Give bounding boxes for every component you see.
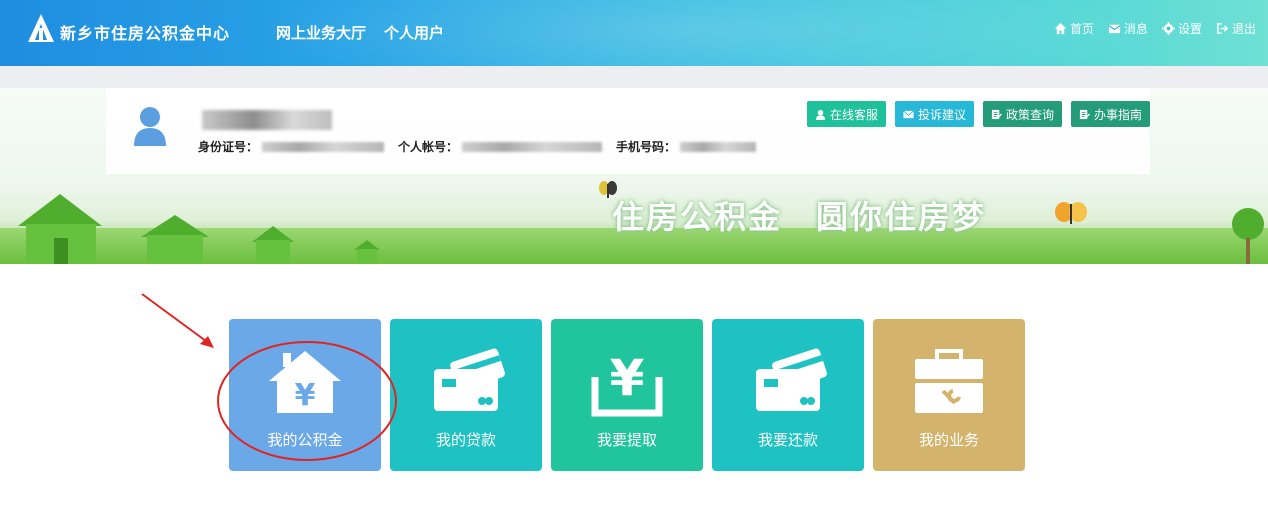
grass-house-icon bbox=[141, 215, 209, 264]
site-title[interactable]: 新乡市住房公积金中心 bbox=[60, 20, 230, 44]
home-icon bbox=[1054, 22, 1067, 35]
user-avatar-icon bbox=[134, 107, 166, 146]
separator-bar bbox=[0, 66, 1268, 88]
tile-my-business[interactable]: 我的业务 bbox=[873, 319, 1025, 471]
tile-my-loan-label: 我的贷款 bbox=[435, 431, 496, 449]
id-number-label: 身份证号： bbox=[198, 140, 259, 154]
logout-link[interactable]: 退出 bbox=[1216, 20, 1256, 37]
account-number-label: 个人帐号： bbox=[398, 140, 459, 154]
svg-text:¥: ¥ bbox=[610, 349, 645, 407]
service-guide-label: 办事指南 bbox=[1093, 107, 1142, 122]
home-link-label: 首页 bbox=[1069, 22, 1094, 36]
tree-icon bbox=[1232, 208, 1264, 264]
grass-house-icon bbox=[18, 194, 102, 264]
tile-repay-label: 我要还款 bbox=[757, 431, 818, 449]
messages-link-label: 消息 bbox=[1123, 22, 1148, 36]
header-links: 首页 消息 设置 退出 bbox=[1054, 20, 1256, 37]
messages-link[interactable]: 消息 bbox=[1108, 20, 1148, 37]
user-name-redacted bbox=[202, 110, 332, 130]
tile-my-business-label: 我的业务 bbox=[918, 431, 979, 449]
account-number-redacted bbox=[462, 141, 603, 152]
policy-query-label: 政策查询 bbox=[1005, 107, 1054, 122]
online-service-label: 在线客服 bbox=[829, 107, 878, 122]
tile-my-loan[interactable]: 我的贷款 bbox=[390, 319, 542, 471]
tile-withdraw-label: 我要提取 bbox=[596, 431, 657, 449]
tile-repay[interactable]: 我要还款 bbox=[712, 319, 864, 471]
banner-slogan: 住房公积金 圆你住房梦 bbox=[612, 198, 987, 236]
user-info-row: 身份证号： 个人帐号： 手机号码： bbox=[198, 138, 770, 155]
settings-link[interactable]: 设置 bbox=[1161, 20, 1202, 37]
policy-query-button[interactable]: 政策查询 bbox=[982, 101, 1062, 127]
service-guide-button[interactable]: 办事指南 bbox=[1070, 101, 1150, 127]
mail-icon bbox=[1108, 24, 1121, 34]
banner: 住房公积金 圆你住房梦 身份证号： 个人帐号： 手机号码： 在线客服 投诉建议 bbox=[0, 88, 1268, 264]
annotation-circle bbox=[217, 341, 397, 461]
action-buttons: 在线客服 投诉建议 政策查询 办事指南 bbox=[806, 101, 1150, 127]
document-icon bbox=[991, 109, 1002, 119]
settings-link-label: 设置 bbox=[1177, 22, 1202, 36]
credit-card-icon bbox=[756, 348, 827, 411]
document-icon bbox=[1079, 109, 1090, 119]
nav-online-hall[interactable]: 网上业务大厅 bbox=[276, 22, 366, 43]
complaint-label: 投诉建议 bbox=[917, 107, 966, 122]
logo-icon[interactable] bbox=[26, 12, 56, 44]
online-service-button[interactable]: 在线客服 bbox=[806, 101, 886, 127]
top-header: 新乡市住房公积金中心 网上业务大厅 个人用户 首页 消息 设置 退出 bbox=[0, 0, 1268, 66]
home-link[interactable]: 首页 bbox=[1054, 20, 1094, 37]
top-nav: 网上业务大厅 个人用户 bbox=[276, 22, 444, 43]
grass-house-icon bbox=[252, 226, 294, 264]
grass-house-icon bbox=[354, 240, 380, 264]
id-number-redacted bbox=[262, 141, 385, 152]
complaint-button[interactable]: 投诉建议 bbox=[894, 101, 974, 127]
logout-icon bbox=[1217, 23, 1229, 34]
logout-link-label: 退出 bbox=[1231, 22, 1256, 36]
user-info-card: 身份证号： 个人帐号： 手机号码： 在线客服 投诉建议 政策查询 办事指南 bbox=[106, 88, 1150, 174]
gear-icon bbox=[1161, 22, 1175, 35]
customer-service-icon bbox=[815, 109, 826, 120]
butterfly-icon bbox=[1055, 202, 1087, 224]
toolbox-icon bbox=[915, 349, 983, 413]
yen-withdraw-icon: ¥ bbox=[591, 349, 663, 417]
nav-personal-user[interactable]: 个人用户 bbox=[384, 22, 444, 43]
envelope-icon bbox=[903, 109, 914, 118]
phone-number-redacted bbox=[680, 141, 757, 152]
tile-withdraw[interactable]: ¥ 我要提取 bbox=[551, 319, 703, 471]
annotation-arrow bbox=[141, 293, 214, 348]
credit-card-icon bbox=[434, 348, 505, 411]
phone-number-label: 手机号码： bbox=[616, 140, 677, 154]
